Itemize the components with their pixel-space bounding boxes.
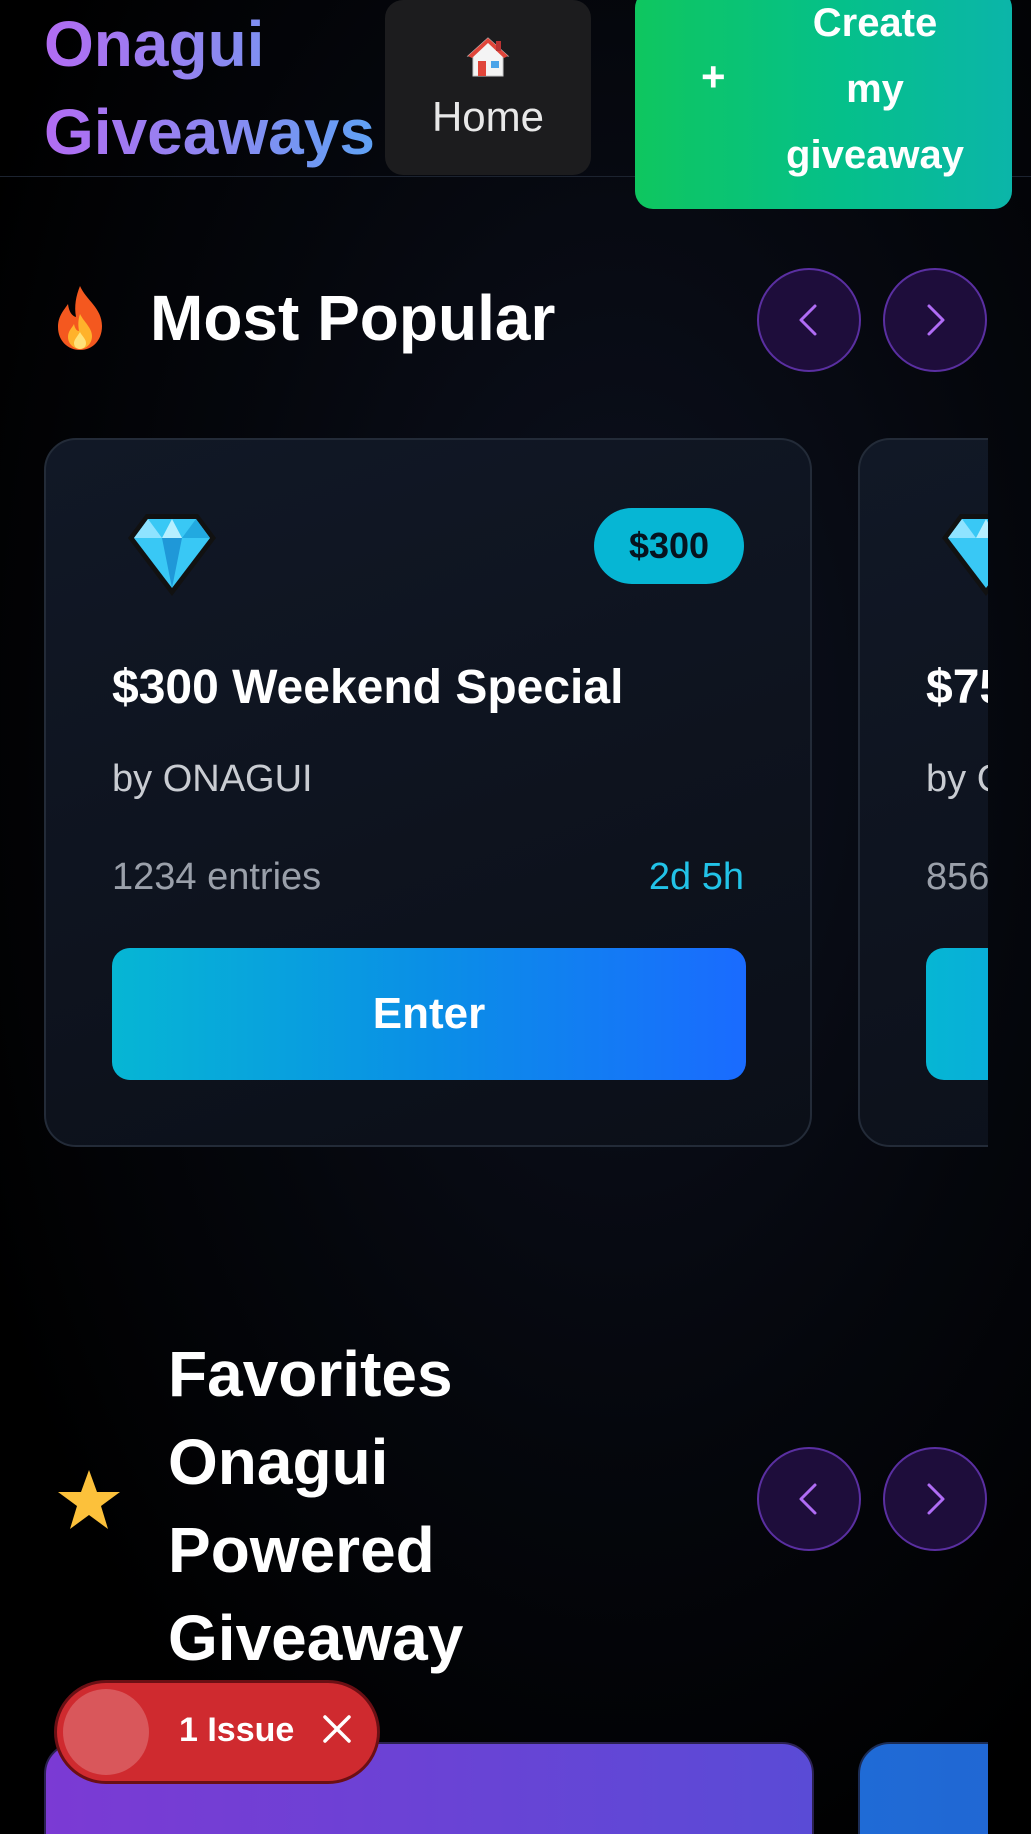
favorites-title-line-1: Favorites (168, 1338, 453, 1410)
giveaway-host: by ONAGUI (112, 758, 313, 800)
giveaway-title: $300 Weekend Special (112, 661, 624, 714)
gem-icon (942, 514, 988, 596)
favorites-title-line-4: Giveaway (168, 1602, 464, 1674)
brand-line-1: Onagui (44, 8, 265, 80)
popular-next-button[interactable] (883, 268, 987, 372)
issue-label: 1 Issue (179, 1711, 295, 1749)
plus-icon: + (701, 53, 726, 100)
fire-icon (58, 286, 102, 350)
create-label-line-3: giveaway (786, 133, 964, 177)
home-button[interactable]: Home (385, 0, 591, 175)
entries-count: 1234 entries (112, 856, 322, 898)
giveaway-card: $75 by C 856 (858, 438, 988, 1147)
giveaway-host: by C (926, 758, 988, 800)
enter-button[interactable]: Enter (112, 948, 746, 1080)
favorite-giveaway-card[interactable] (858, 1742, 988, 1834)
brand-logo[interactable]: Onagui Giveaways (44, 0, 375, 176)
chevron-left-icon (799, 1483, 817, 1515)
chevron-left-icon (799, 304, 817, 336)
most-popular-title: Most Popular (150, 282, 556, 354)
issue-indicator (63, 1689, 149, 1775)
chevron-right-icon (927, 1483, 945, 1515)
house-icon (466, 36, 510, 76)
prize-badge: $300 (594, 508, 744, 584)
entries-count: 856 (926, 856, 988, 898)
enter-button[interactable] (926, 948, 988, 1080)
time-remaining: 2d 5h (648, 856, 744, 898)
brand-line-2: Giveaways (44, 96, 375, 168)
create-label-line-2: my (846, 67, 904, 111)
create-giveaway-label: Create my giveaway (745, 0, 1005, 188)
favorites-prev-button[interactable] (757, 1447, 861, 1551)
home-label: Home (431, 92, 545, 140)
create-giveaway-button[interactable]: + Create my giveaway (635, 0, 1012, 209)
favorites-title: Favorites Onagui Powered Giveaway (168, 1330, 463, 1682)
giveaway-title: $75 (926, 661, 988, 714)
chevron-right-icon (927, 304, 945, 336)
gem-icon (128, 514, 216, 596)
popular-carousel: $300 $300 Weekend Special by ONAGUI 1234… (0, 438, 988, 1150)
favorites-title-line-3: Powered (168, 1514, 435, 1586)
star-icon (58, 1470, 120, 1529)
close-icon[interactable] (315, 1707, 359, 1751)
favorites-next-button[interactable] (883, 1447, 987, 1551)
popular-prev-button[interactable] (757, 268, 861, 372)
issue-toast[interactable]: 1 Issue (54, 1680, 380, 1784)
favorites-title-line-2: Onagui (168, 1426, 389, 1498)
top-header: Onagui Giveaways Home + Create my giveaw… (0, 0, 1031, 209)
create-label-line-1: Create (812, 1, 938, 45)
giveaway-card: $300 $300 Weekend Special by ONAGUI 1234… (44, 438, 812, 1147)
